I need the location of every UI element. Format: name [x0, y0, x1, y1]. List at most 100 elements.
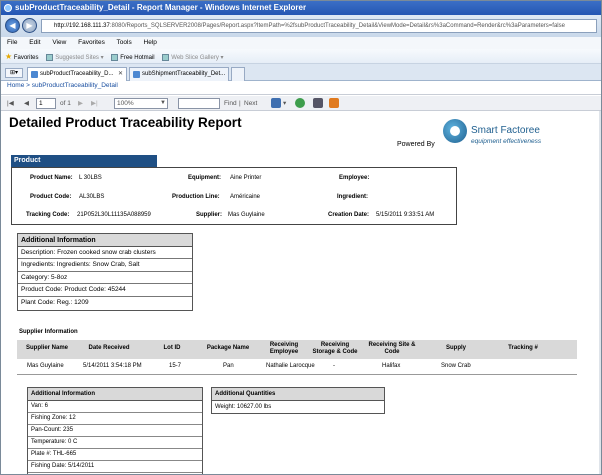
address-host: http://192.168.111.37: [54, 23, 110, 29]
supplier-information-title: Supplier Information: [19, 329, 78, 335]
first-page-button[interactable]: |◀: [7, 96, 14, 111]
table-cell: Halifax: [382, 363, 401, 369]
refresh-icon[interactable]: [295, 98, 305, 108]
table-header: Additional Information: [28, 388, 202, 401]
back-button[interactable]: ◀: [5, 18, 20, 33]
tab-shipment-traceability[interactable]: subShipmentTraceability_Det...: [129, 67, 229, 81]
table-cell: 5/14/2011 3:54:18 PM: [83, 363, 142, 369]
table-cell: Pan: [223, 363, 234, 369]
creation-date-value: 5/15/2011 9:33:51 AM: [376, 212, 435, 218]
menu-favorites[interactable]: Favorites: [78, 39, 105, 46]
column-header: Receiving Site & Code: [368, 342, 416, 355]
next-page-button[interactable]: ▶: [78, 96, 83, 111]
scrollbar[interactable]: [599, 111, 601, 474]
product-name-value: L 30LBS: [79, 175, 102, 181]
browser-window: subProductTraceability_Detail - Report M…: [0, 0, 602, 475]
supplier-additional-information-table: Additional Information Van: 6 Fishing Zo…: [27, 387, 203, 474]
supplier-value: Mas Guylaine: [228, 212, 265, 218]
page-icon: [31, 71, 38, 78]
equipment-value: Aine Printer: [230, 175, 262, 181]
column-header: Supplier Name: [25, 345, 68, 351]
quick-tabs-button[interactable]: ⊞▾: [5, 68, 23, 78]
page-icon: [162, 53, 170, 61]
table-header: Additional Information: [18, 234, 192, 247]
report-title: Detailed Product Traceability Report: [9, 115, 242, 130]
next-match-button[interactable]: Next: [244, 96, 257, 111]
chevron-down-icon[interactable]: ▾: [283, 96, 286, 111]
report-toolbar: |◀ ◀ of 1 ▶ ▶| 100% ▼ Find | Next ▾: [1, 96, 601, 111]
table-cell: -: [333, 363, 335, 369]
previous-page-button[interactable]: ◀: [24, 96, 29, 111]
page-icon: [46, 53, 54, 61]
page-icon: [133, 71, 140, 78]
table-row: Pan-Count: 235: [28, 425, 202, 437]
favorites-bar: ★ Favorites Suggested Sites ▾ Free Hotma…: [1, 49, 601, 64]
column-header: Tracking #: [508, 345, 538, 351]
column-header: Date Received: [88, 345, 130, 351]
divider: [1, 94, 601, 95]
new-tab-button[interactable]: [231, 67, 245, 81]
table-header: Additional Quantities: [212, 388, 384, 401]
tab-bar: ⊞▾ subProductTraceability_D... ✕ subShip…: [1, 64, 601, 81]
table-row: Plate #: THL-665: [28, 449, 202, 461]
menu-help[interactable]: Help: [144, 39, 157, 46]
zoom-select[interactable]: 100% ▼: [114, 98, 168, 109]
divider: [17, 374, 577, 375]
logo-icon: [443, 119, 467, 143]
page-number-input[interactable]: [36, 98, 56, 109]
address-bar[interactable]: http://192.168.111.37:8080/Reports_SQLSE…: [41, 19, 597, 33]
star-icon: ★: [5, 52, 13, 61]
feed-icon[interactable]: [329, 98, 339, 108]
close-icon[interactable]: ✕: [118, 68, 123, 81]
production-line-label: Production Line:: [172, 194, 220, 200]
additional-quantities-table: Additional Quantities Weight: 10627.00 l…: [211, 387, 385, 414]
supplier-label: Supplier:: [196, 212, 223, 218]
find-button[interactable]: Find: [224, 96, 237, 111]
ingredient-label: Ingredient:: [337, 194, 368, 200]
column-header: Receiving Employee: [269, 342, 299, 355]
last-page-button[interactable]: ▶|: [91, 96, 98, 111]
menu-file[interactable]: File: [7, 39, 17, 46]
creation-date-label: Creation Date:: [328, 212, 370, 218]
table-cell: Mas Guylaine: [27, 363, 64, 369]
ie-icon: [4, 4, 12, 12]
tracking-code-label: Tracking Code:: [26, 212, 70, 218]
page-icon: [111, 53, 119, 61]
table-cell: Nathalie Larocque: [266, 363, 315, 369]
menu-view[interactable]: View: [52, 39, 66, 46]
find-input[interactable]: [178, 98, 220, 109]
table-row: Weight: 10627.00 lbs: [215, 404, 272, 410]
column-header: Lot ID: [163, 345, 181, 351]
additional-information-table: Additional Information Description: Froz…: [17, 233, 193, 311]
table-cell: Snow Crab: [441, 363, 471, 369]
product-code-value: AL30LBS: [79, 194, 105, 200]
tracking-code-value: 21P052L30L11135A088959: [77, 212, 151, 218]
supplier-table-header: Supplier Name Date Received Lot ID Packa…: [17, 340, 577, 359]
table-row: Category: 5-8oz: [18, 272, 192, 285]
logo-name: Smart Factoree: [471, 125, 540, 136]
powered-by-label: Powered By: [397, 141, 435, 148]
table-row: Fishing Zone: 12: [28, 413, 202, 425]
column-header: Package Name: [206, 345, 250, 351]
address-path: :8080/Reports_SQLSERVER2008/Pages/Report…: [109, 23, 565, 29]
toolbar-separator: |: [239, 100, 241, 107]
forward-button[interactable]: ▶: [22, 18, 37, 33]
breadcrumb[interactable]: Home > subProductTraceability_Detail: [7, 82, 118, 89]
chevron-down-icon: ▼: [160, 100, 166, 106]
print-icon[interactable]: [313, 98, 323, 108]
table-row: Van: 6: [28, 401, 202, 413]
menu-tools[interactable]: Tools: [117, 39, 132, 46]
window-title: subProductTraceability_Detail - Report M…: [15, 3, 307, 12]
export-icon[interactable]: [271, 98, 281, 108]
menu-edit[interactable]: Edit: [29, 39, 40, 46]
employee-label: Employee:: [339, 175, 370, 181]
tab-product-traceability[interactable]: subProductTraceability_D... ✕: [27, 67, 127, 81]
table-cell: 15-7: [169, 363, 182, 369]
column-header: Supply: [445, 345, 466, 351]
product-section-header: Product: [11, 155, 157, 167]
logo-tagline: equipment effectiveness: [471, 138, 542, 145]
table-row: Fishing Date: 5/14/2011: [28, 461, 202, 473]
table-row: Ingredients: Ingredients: Snow Crab, Sal…: [18, 259, 192, 272]
menu-bar: File Edit View Favorites Tools Help: [1, 37, 601, 49]
table-row: Temperature: 0 C: [28, 437, 202, 449]
